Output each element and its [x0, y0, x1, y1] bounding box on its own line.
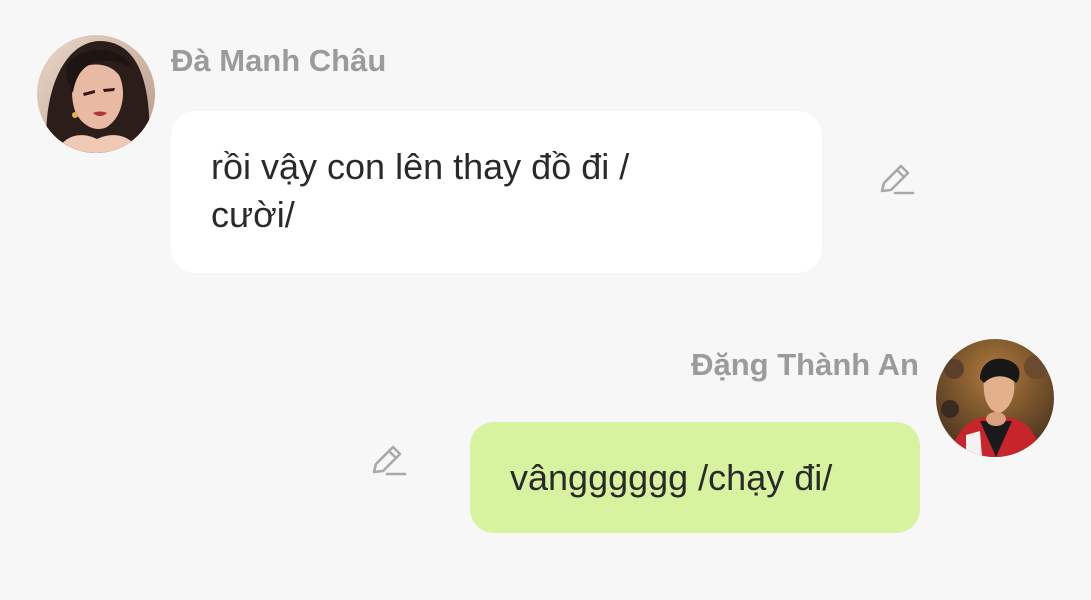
sender-name: Đặng Thành An: [691, 347, 919, 382]
message-bubble-received[interactable]: rồi vậy con lên thay đồ đi / cười/: [171, 111, 822, 273]
pencil-edit-icon[interactable]: [875, 159, 915, 199]
message-text: rồi vậy con lên thay đồ đi / cười/: [211, 146, 630, 235]
avatar-young-man-photo-icon[interactable]: [936, 339, 1054, 457]
message-text: vângggggg /chạy đi/: [510, 457, 833, 498]
message-bubble-sent[interactable]: vângggggg /chạy đi/: [470, 422, 920, 533]
avatar-woman-illustration-icon[interactable]: [37, 35, 155, 153]
pencil-edit-icon[interactable]: [367, 440, 407, 480]
sender-name: Đà Manh Châu: [171, 43, 387, 78]
